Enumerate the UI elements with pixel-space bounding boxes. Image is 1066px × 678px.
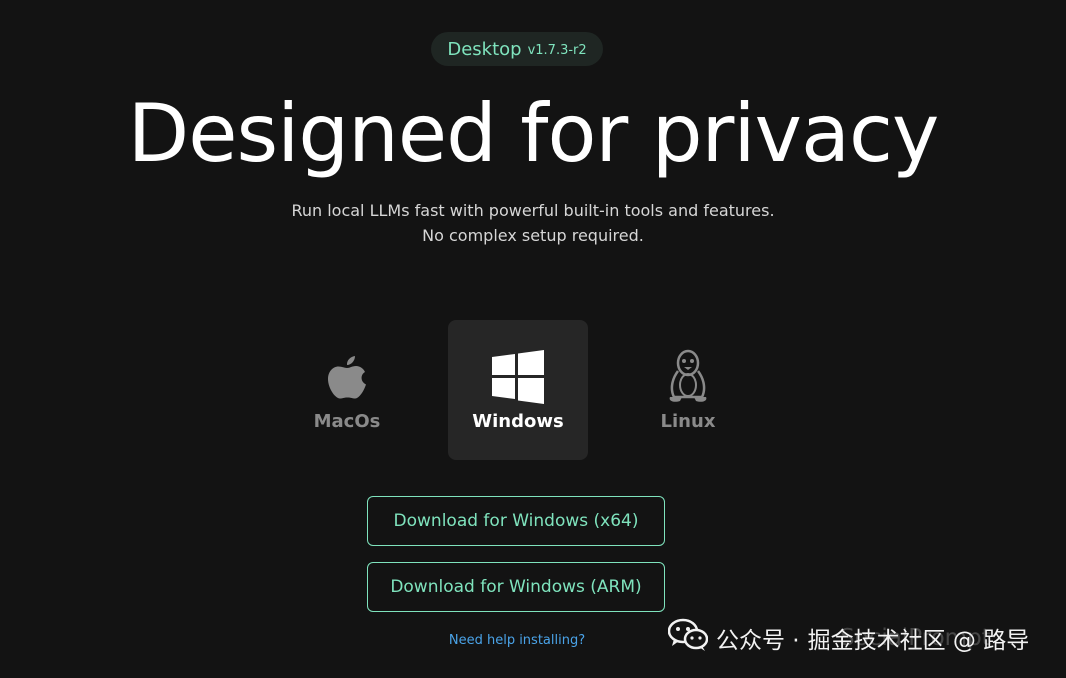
watermark-account: 公众号 · bbox=[716, 628, 800, 654]
subtitle-line-2: No complex setup required. bbox=[422, 226, 644, 245]
download-windows-x64-button[interactable]: Download for Windows (x64) bbox=[367, 496, 665, 546]
download-windows-arm-button[interactable]: Download for Windows (ARM) bbox=[367, 562, 665, 612]
os-selector: MacOs Windows Linux bbox=[277, 320, 757, 460]
apple-icon bbox=[319, 349, 375, 405]
subtitle-line-1: Run local LLMs fast with powerful built-… bbox=[291, 201, 775, 220]
version-number: v1.7.3-r2 bbox=[527, 42, 587, 58]
watermark: SocialPrompt 公众号 · 掘金技术社区 @ 路导 bbox=[667, 618, 1030, 658]
download-page: Desktop v1.7.3-r2 Designed for privacy R… bbox=[0, 0, 1066, 678]
os-option-linux[interactable]: Linux bbox=[618, 320, 758, 460]
linux-tux-icon bbox=[660, 349, 716, 405]
os-label-linux: Linux bbox=[660, 410, 716, 432]
os-option-windows[interactable]: Windows bbox=[448, 320, 588, 460]
wechat-icon bbox=[667, 618, 709, 658]
windows-icon bbox=[490, 349, 546, 405]
watermark-author: 掘金技术社区 @ 路导 bbox=[807, 628, 1030, 654]
os-label-macos: MacOs bbox=[313, 410, 381, 432]
page-title: Designed for privacy bbox=[127, 87, 940, 180]
version-pill-label: Desktop bbox=[447, 38, 522, 60]
os-label-windows: Windows bbox=[472, 410, 564, 432]
version-pill: Desktop v1.7.3-r2 bbox=[431, 32, 603, 66]
page-subtitle: Run local LLMs fast with powerful built-… bbox=[0, 198, 1066, 248]
os-option-macos[interactable]: MacOs bbox=[277, 320, 417, 460]
